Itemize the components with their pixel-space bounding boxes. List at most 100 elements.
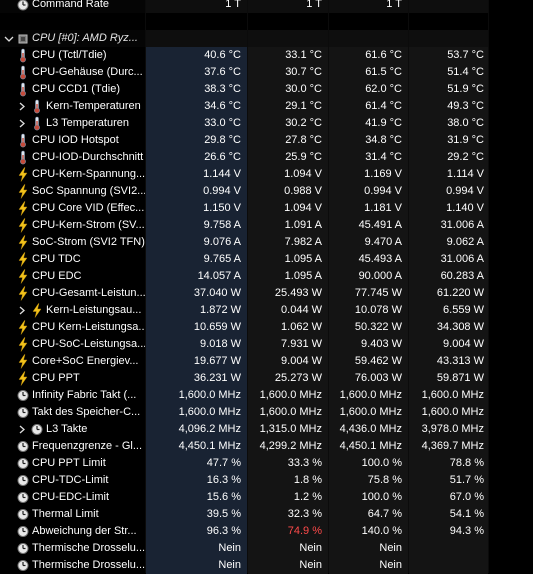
table-row[interactable]: CPU IOD Hotspot 29.8 °C 27.8 °C 34.8 °C 31.9… [0,132,533,149]
chevron-right-icon[interactable] [15,98,29,115]
value-avg: 51.4 °C [409,64,488,81]
bolt-icon [16,268,30,285]
value-current: 9.076 A [146,234,247,251]
sensor-name-cell: CPU-Kern-Strom (SV... [0,217,145,234]
value-current: Nein [146,540,247,557]
value-max: 100.0 % [329,489,408,506]
table-row[interactable]: Thermal Limit 39.5 % 32.3 % 64.7 % 54.1 % [0,506,533,523]
column-divider[interactable] [408,0,409,573]
value-min: 4,299.2 MHz [248,438,328,455]
sensor-name-cell: CPU EDC [0,268,145,285]
table-row[interactable]: CPU Kern-Leistungsa... 10.659 W 1.062 W 50.… [0,319,533,336]
table-row[interactable]: Abweichung der Str... 96.3 % 74.9 % 140.0 %… [0,523,533,540]
table-row[interactable]: Core+SoC Energiev... 19.677 W 9.004 W 59.46… [0,353,533,370]
value-min: 29.1 °C [248,98,328,115]
table-row[interactable]: CPU TDC 9.765 A 1.095 A 45.493 A 31.006 A [0,251,533,268]
value-avg: 1,600.0 MHz [409,404,488,421]
value-min: 1,315.0 MHz [248,421,328,438]
group-header-cell: CPU [#0]: AMD Ryz... [0,30,145,47]
value-max: 4,436.0 MHz [329,421,408,438]
sensor-name-cell: CPU TDC [0,251,145,268]
table-row[interactable]: Kern-Temperaturen 34.6 °C 29.1 °C 61.4 °C 49… [0,98,533,115]
table-row[interactable]: CPU (Tctl/Tdie) 40.6 °C 33.1 °C 61.6 °C 53.7… [0,47,533,64]
value-min: 30.7 °C [248,64,328,81]
table-row[interactable]: Thermische Drosselu... Nein Nein Nein [0,557,533,574]
sensor-label: Kern-Leistungsau... [46,304,142,316]
value-max: 10.078 W [329,302,408,319]
value-min: 0.988 V [248,183,328,200]
value-avg: 61.220 W [409,285,488,302]
sensor-label: CPU-Gesamt-Leistun... [32,287,145,299]
table-row-command-rate[interactable]: Command Rate 1 T 1 T 1 T [0,0,533,13]
table-row[interactable]: SoC Spannung (SVI2... 0.994 V 0.988 V 0.994… [0,183,533,200]
value-current: 9.758 A [146,217,247,234]
value-max: 9.470 A [329,234,408,251]
chevron-down-icon[interactable] [2,30,16,47]
table-row[interactable]: Infinity Fabric Takt (... 1,600.0 MHz 1,60… [0,387,533,404]
sensor-label: CPU-Kern-Strom (SV... [32,219,145,231]
value-avg [409,540,488,557]
chevron-right-icon[interactable] [15,115,29,132]
table-row[interactable]: SoC-Strom (SVI2 TFN) 9.076 A 7.982 A 9.470 … [0,234,533,251]
column-divider[interactable] [145,0,146,573]
table-row[interactable]: Frequenzgrenze - Gl... 4,450.1 MHz 4,299.2… [0,438,533,455]
sensor-name-cell: Core+SoC Energiev... [0,353,145,370]
value-max: 76.003 W [329,370,408,387]
table-row[interactable]: CPU CCD1 (Tdie) 38.3 °C 30.0 °C 62.0 °C 51.9… [0,81,533,98]
table-row[interactable]: CPU PPT 36.231 W 25.273 W 76.003 W 59.871 W [0,370,533,387]
sensor-name-cell: CPU-Gehäuse (Durc... [0,64,145,81]
value-avg: 1.140 V [409,200,488,217]
thermometer-icon [30,98,44,115]
value-avg: 0.994 V [409,183,488,200]
clock-icon [16,557,30,574]
sensor-name-cell: L3 Takte [0,421,145,438]
bolt-icon [16,319,30,336]
value-current: 1.872 W [146,302,247,319]
value-avg: 51.7 % [409,472,488,489]
table-row[interactable]: L3 Takte 4,096.2 MHz 1,315.0 MHz 4,436.0 MH… [0,421,533,438]
table-row[interactable]: L3 Temperaturen 33.0 °C 30.2 °C 41.9 °C 38.0… [0,115,533,132]
value-avg: 43.313 W [409,353,488,370]
value-current: 1 T [146,0,247,13]
empty-cell [248,30,328,47]
table-row[interactable]: Takt des Speicher-C... 1,600.0 MHz 1,600.0… [0,404,533,421]
clock-icon [16,489,30,506]
column-divider[interactable] [488,0,489,573]
sensor-label: CPU CCD1 (Tdie) [32,83,121,95]
table-row[interactable]: CPU PPT Limit 47.7 % 33.3 % 100.0 % 78.8 % [0,455,533,472]
value-min: Nein [248,540,328,557]
sensor-group-cpu[interactable]: CPU [#0]: AMD Ryz... [0,30,533,47]
value-min: 30.2 °C [248,115,328,132]
bolt-icon [16,251,30,268]
value-current: 1.150 V [146,200,247,217]
table-row[interactable]: CPU-Kern-Spannung... 1.144 V 1.094 V 1.169 … [0,166,533,183]
clock-icon [16,455,30,472]
value-min: 1,600.0 MHz [248,404,328,421]
table-row[interactable]: CPU Core VID (Effec... 1.150 V 1.094 V 1.18… [0,200,533,217]
value-current: 33.0 °C [146,115,247,132]
column-divider[interactable] [328,0,329,573]
table-row[interactable]: CPU-Gesamt-Leistun... 37.040 W 25.493 W 77.… [0,285,533,302]
table-row[interactable]: CPU-IOD-Durchschnitt 26.6 °C 25.9 °C 31.4 °… [0,149,533,166]
value-max: 50.322 W [329,319,408,336]
table-row[interactable]: CPU-Gehäuse (Durc... 37.6 °C 30.7 °C 61.5 °… [0,64,533,81]
table-row[interactable]: CPU-SoC-Leistungsa... 9.018 W 7.931 W 9.403… [0,336,533,353]
value-max: 140.0 % [329,523,408,540]
table-row[interactable]: CPU-Kern-Strom (SV... 9.758 A 1.091 A 45.49… [0,217,533,234]
table-row[interactable]: CPU EDC 14.057 A 1.095 A 90.000 A 60.283 A [0,268,533,285]
value-avg: 31.9 °C [409,132,488,149]
column-divider[interactable] [247,0,248,573]
table-row[interactable]: CPU-TDC-Limit 16.3 % 1.8 % 75.8 % 51.7 % [0,472,533,489]
value-avg: 31.006 A [409,217,488,234]
sensor-label: L3 Temperaturen [46,117,129,129]
chevron-right-icon[interactable] [15,421,29,438]
chevron-right-icon[interactable] [15,302,29,319]
value-max: 45.493 A [329,251,408,268]
value-current: 34.6 °C [146,98,247,115]
value-current: 47.7 % [146,455,247,472]
table-row[interactable]: Thermische Drosselu... Nein Nein Nein [0,540,533,557]
table-row[interactable]: Kern-Leistungsau... 1.872 W 0.044 W 10.078 … [0,302,533,319]
value-min: 0.044 W [248,302,328,319]
table-row[interactable]: CPU-EDC-Limit 15.6 % 1.2 % 100.0 % 67.0 % [0,489,533,506]
value-avg: 60.283 A [409,268,488,285]
